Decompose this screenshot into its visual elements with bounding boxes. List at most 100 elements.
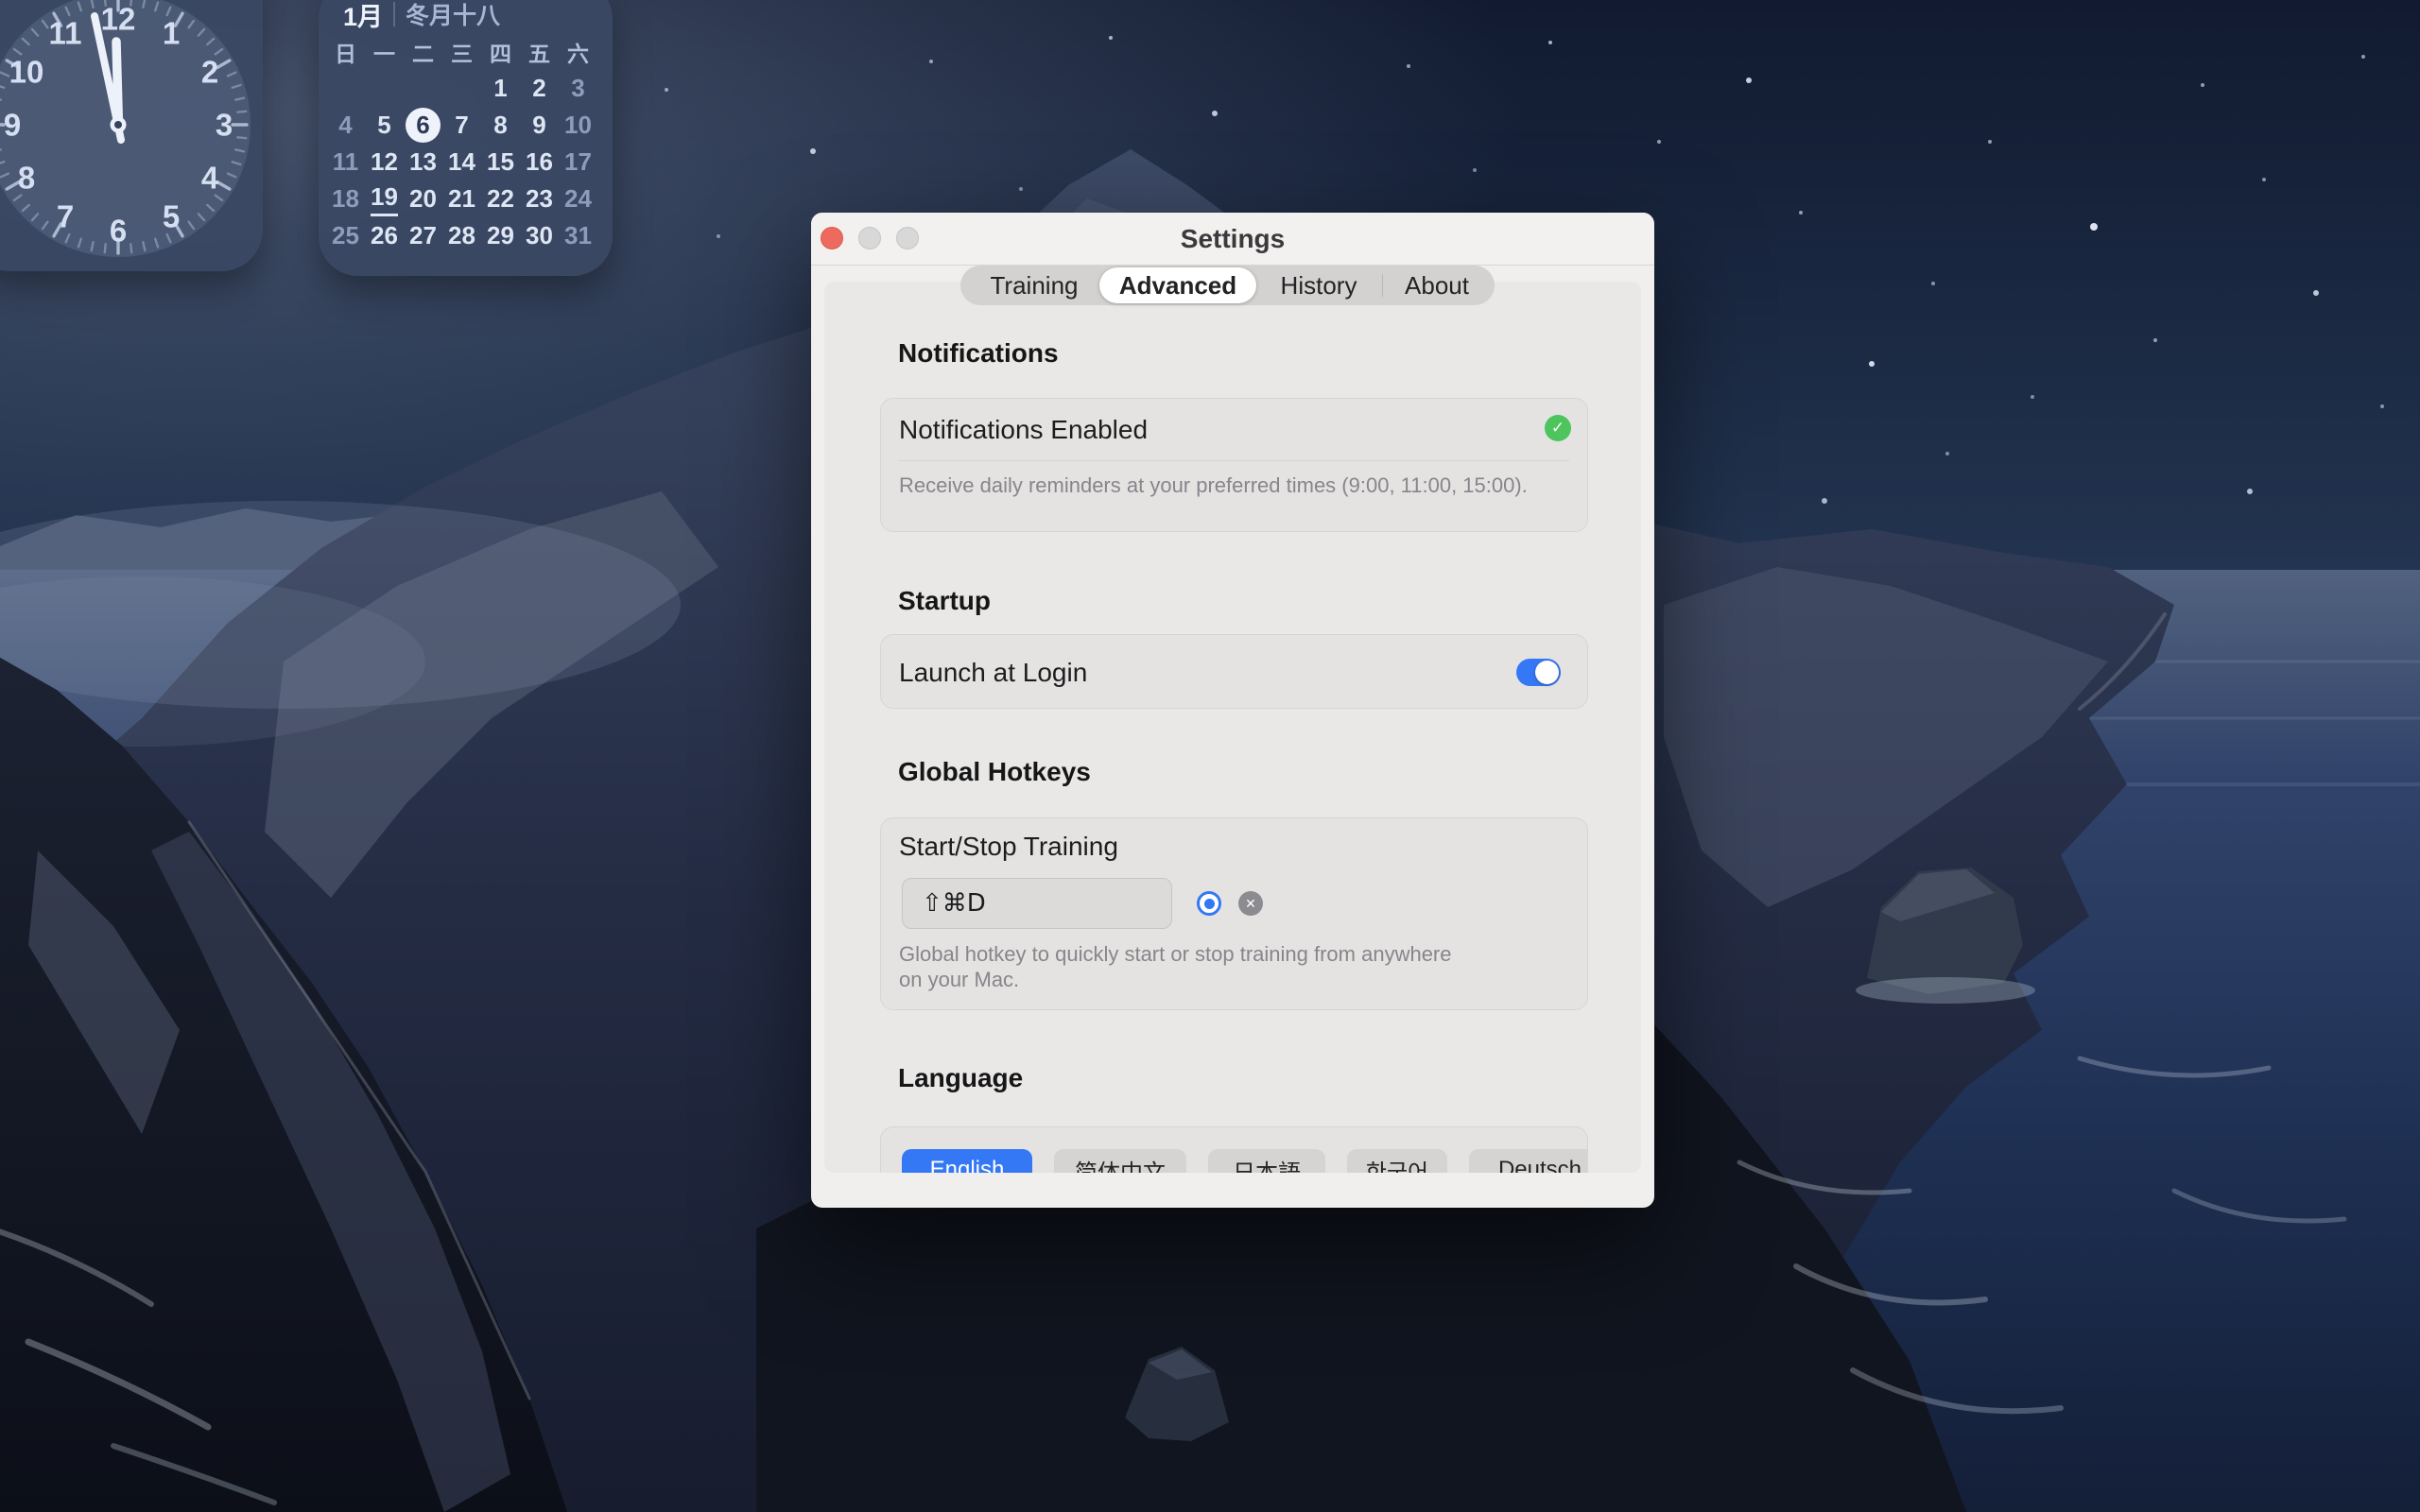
calendar-day: 20 (404, 180, 442, 217)
language-heading: Language (898, 1063, 1023, 1093)
tab-about[interactable]: About (1405, 266, 1469, 305)
calendar-day: 11 (326, 144, 365, 180)
toggle-knob (1535, 661, 1559, 684)
calendar-day: 14 (442, 144, 481, 180)
tab-separator (1382, 274, 1383, 297)
language-option-japanese[interactable]: 日本語 (1208, 1149, 1325, 1173)
dow-sun: 日 (326, 36, 365, 68)
hotkey-description: Global hotkey to quickly start or stop t… (899, 941, 1504, 992)
start-stop-training-label: Start/Stop Training (899, 832, 1118, 862)
record-hotkey-radio-icon[interactable] (1197, 891, 1221, 916)
hotkey-input[interactable]: ⇧⌘D (902, 878, 1172, 929)
svg-text:12: 12 (101, 2, 136, 37)
calendar-day (442, 70, 481, 107)
calendar-day: 30 (520, 217, 559, 254)
dow-mon: 一 (365, 36, 404, 68)
window-titlebar[interactable]: Settings (811, 213, 1654, 266)
calendar-widget[interactable]: 1月 冬月十八 日 一 二 三 四 五 六 1 2 3 4 5 6 7 8 9 (319, 0, 613, 276)
calendar-day (326, 70, 365, 107)
notifications-enabled-label: Notifications Enabled (899, 415, 1148, 445)
tab-training[interactable]: Training (991, 266, 1079, 305)
svg-text:9: 9 (4, 108, 21, 143)
svg-text:7: 7 (57, 199, 74, 234)
calendar-day: 4 (326, 107, 365, 144)
calendar-day: 9 (520, 107, 559, 144)
calendar-day: 17 (559, 144, 597, 180)
svg-text:4: 4 (201, 161, 219, 196)
calendar-day: 1 (481, 70, 520, 107)
svg-text:11: 11 (49, 16, 82, 51)
dow-tue: 二 (404, 36, 442, 68)
svg-text:8: 8 (18, 161, 35, 196)
language-options-row: English 简体中文 日本語 한국어 Deutsch (902, 1149, 1588, 1173)
desktop: 12 1 2 3 4 5 6 7 8 9 10 11 1月 (0, 0, 2420, 1512)
calendar-day-headers: 日 一 二 三 四 五 六 (326, 36, 597, 64)
calendar-header-divider (393, 2, 395, 26)
calendar-day: 16 (520, 144, 559, 180)
calendar-day: 21 (442, 180, 481, 217)
dow-wed: 三 (442, 36, 481, 68)
svg-text:3: 3 (216, 108, 233, 143)
tab-advanced[interactable]: Advanced (1119, 266, 1236, 305)
language-option-german[interactable]: Deutsch (1469, 1149, 1588, 1173)
calendar-day: 31 (559, 217, 597, 254)
clear-hotkey-button[interactable]: ✕ (1238, 891, 1263, 916)
launch-at-login-label: Launch at Login (899, 658, 1087, 688)
calendar-day: 22 (481, 180, 520, 217)
calendar-day: 27 (404, 217, 442, 254)
calendar-day-selected: 6 (404, 107, 442, 144)
dow-thu: 四 (481, 36, 520, 68)
tab-history[interactable]: History (1281, 266, 1357, 305)
window-title: Settings (811, 213, 1654, 265)
notifications-card: Notifications Enabled ✓ Receive daily re… (880, 398, 1588, 532)
dow-fri: 五 (520, 36, 559, 68)
calendar-day: 8 (481, 107, 520, 144)
calendar-day: 10 (559, 107, 597, 144)
calendar-day: 29 (481, 217, 520, 254)
language-card: English 简体中文 日本語 한국어 Deutsch (880, 1126, 1588, 1173)
notifications-enabled-row[interactable]: Notifications Enabled (899, 399, 1569, 460)
calendar-day (365, 70, 404, 107)
calendar-day: 25 (326, 217, 365, 254)
dow-sat: 六 (559, 36, 597, 68)
global-hotkeys-heading: Global Hotkeys (898, 757, 1091, 787)
language-option-korean[interactable]: 한국어 (1347, 1149, 1447, 1173)
calendar-day: 3 (559, 70, 597, 107)
calendar-grid: 1 2 3 4 5 6 7 8 9 10 11 12 13 14 15 16 1… (326, 70, 597, 254)
check-circle-icon: ✓ (1545, 415, 1571, 441)
launch-at-login-toggle[interactable] (1516, 659, 1561, 686)
startup-card: Launch at Login (880, 634, 1588, 709)
launch-at-login-row: Launch at Login (899, 635, 1569, 709)
calendar-month-label: 1月 (343, 0, 383, 33)
calendar-day: 28 (442, 217, 481, 254)
calendar-header: 1月 冬月十八 (343, 0, 500, 30)
calendar-day: 24 (559, 180, 597, 217)
calendar-day: 2 (520, 70, 559, 107)
language-option-simplified-chinese[interactable]: 简体中文 (1054, 1149, 1186, 1173)
radio-dot (1204, 899, 1215, 909)
calendar-day: 23 (520, 180, 559, 217)
svg-text:1: 1 (163, 16, 180, 51)
svg-text:10: 10 (9, 55, 44, 90)
notifications-heading: Notifications (898, 338, 1059, 369)
language-option-english[interactable]: English (902, 1149, 1032, 1173)
svg-text:5: 5 (163, 199, 180, 234)
card-divider (899, 460, 1569, 461)
calendar-day (404, 70, 442, 107)
calendar-lunar-label: 冬月十八 (406, 0, 500, 31)
calendar-day: 15 (481, 144, 520, 180)
hotkeys-card: Start/Stop Training ⇧⌘D ✕ Global hotkey … (880, 817, 1588, 1010)
svg-text:2: 2 (201, 55, 218, 90)
notifications-description: Receive daily reminders at your preferre… (899, 472, 1569, 498)
settings-window: Settings Training Advanced History About… (811, 213, 1654, 1208)
clock-widget[interactable]: 12 1 2 3 4 5 6 7 8 9 10 11 (0, 0, 263, 271)
calendar-day: 12 (365, 144, 404, 180)
tab-bar: Training Advanced History About (960, 266, 1495, 305)
calendar-day: 7 (442, 107, 481, 144)
calendar-day: 13 (404, 144, 442, 180)
calendar-day: 26 (365, 217, 404, 254)
calendar-day-today: 19 (365, 180, 404, 217)
calendar-day: 5 (365, 107, 404, 144)
calendar-day: 18 (326, 180, 365, 217)
settings-scroll-area[interactable]: Notifications Notifications Enabled ✓ Re… (824, 282, 1641, 1173)
